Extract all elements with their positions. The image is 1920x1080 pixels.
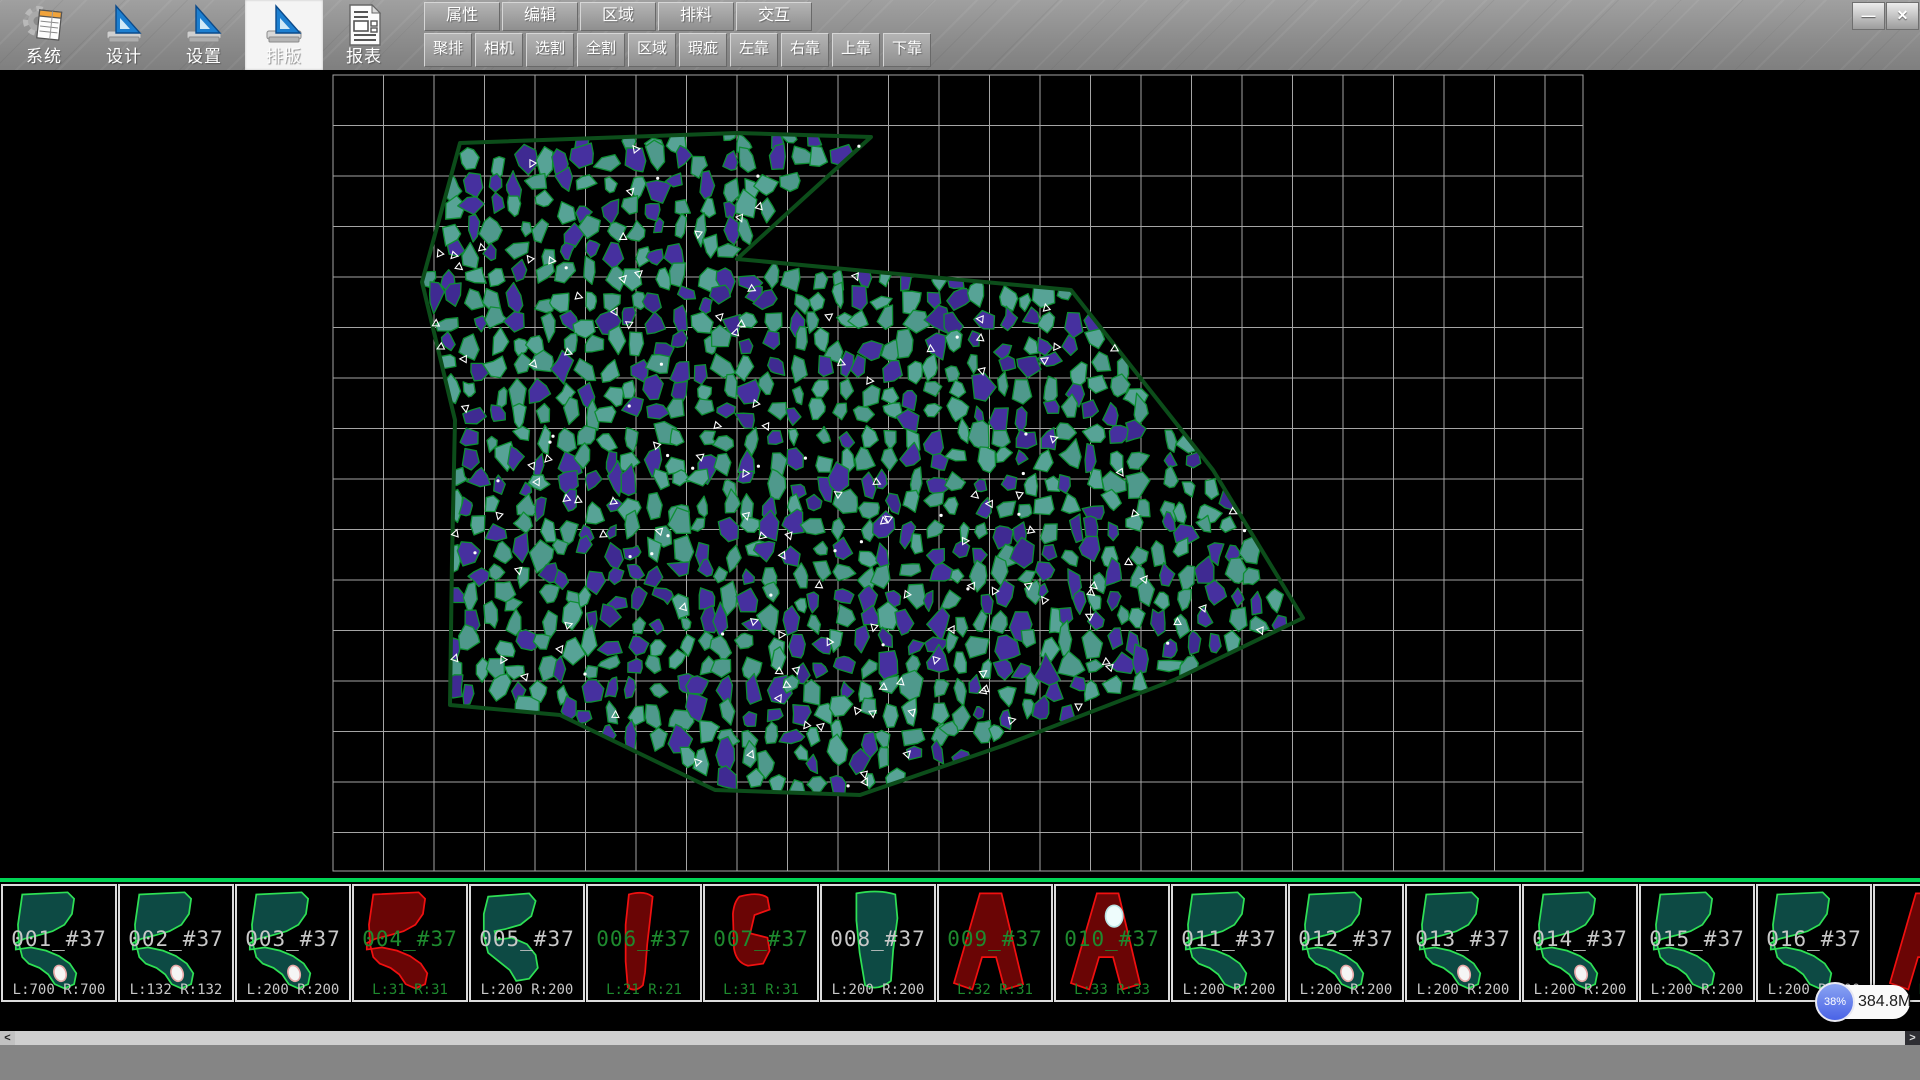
tool-button-3[interactable]: 全割 (577, 33, 625, 67)
part-thumbnail-2[interactable]: 002_#37 L:132 R:132 (118, 884, 234, 1002)
scroll-left-icon[interactable]: < (0, 1031, 15, 1045)
part-thumbnail-11[interactable]: 011_#37 L:200 R:200 (1171, 884, 1287, 1002)
part-lr-count: L:200 R:200 (1641, 982, 1753, 998)
menu-row-2: 聚排相机选割全割区域瑕疵左靠右靠上靠下靠 (424, 33, 931, 67)
parts-cells: 001_#37L:700 R:700002_#37L:132 R:132003_… (1, 884, 1920, 1004)
part-id: 009_#37 (939, 927, 1051, 951)
tool-button-7[interactable]: 右靠 (781, 33, 829, 67)
part-thumbnail-6[interactable]: 006_#37 L:21 R:21 (586, 884, 702, 1002)
part-lr-count: L:32 R:31 (939, 982, 1051, 998)
part-id: 006_#37 (588, 927, 700, 951)
tool-button-4[interactable]: 区域 (628, 33, 676, 67)
part-lr-count: L:200 R:200 (1407, 982, 1519, 998)
big-button-design[interactable]: 设计 (85, 0, 163, 70)
big-button-label: 设计 (85, 42, 163, 67)
big-button-nesting[interactable]: 排版 (245, 0, 323, 70)
menu-button-2[interactable]: 区域 (580, 2, 656, 31)
big-button-settings[interactable]: 设置 (165, 0, 243, 70)
part-lr-count: L:200 R:200 (1173, 982, 1285, 998)
strip-separator-line (0, 878, 1920, 882)
part-thumbnail-14[interactable]: 014_#37 L:200 R:200 (1522, 884, 1638, 1002)
part-id: 010_#37 (1056, 927, 1168, 951)
part-lr-count: L:200 R:200 (471, 982, 583, 998)
tool-button-2[interactable]: 选割 (526, 33, 574, 67)
nesting-canvas[interactable] (0, 70, 1920, 878)
progress-circle: 38% (1815, 982, 1855, 1022)
part-thumbnail-8[interactable]: 008_#37 L:200 R:200 (820, 884, 936, 1002)
part-lr-count: L:33 R:33 (1056, 982, 1168, 998)
horizontal-scrollbar[interactable]: < > (0, 1031, 1920, 1045)
toolbar: 系统 设计 设置 (0, 0, 1920, 70)
part-id: 001_#37 (3, 927, 115, 951)
tool-button-1[interactable]: 相机 (475, 33, 523, 67)
part-id: 015_#37 (1641, 927, 1753, 951)
part-lr-count: L:31 R:31 (354, 982, 466, 998)
big-button-label: 报表 (325, 42, 403, 67)
part-id: 004_#37 (354, 927, 466, 951)
part-thumbnail-3[interactable]: 003_#37 L:200 R:200 (235, 884, 351, 1002)
big-button-label: 排版 (245, 42, 323, 67)
status-bar (0, 1045, 1920, 1080)
part-id: 003_#37 (237, 927, 349, 951)
part-id: 0 (1875, 927, 1920, 951)
part-thumbnail-5[interactable]: 005_#37 L:200 R:200 (469, 884, 585, 1002)
memory-badge: 38% 384.8M (1816, 985, 1910, 1019)
part-id: 005_#37 (471, 927, 583, 951)
memory-value: 384.8M (1858, 985, 1911, 1019)
part-thumbnail-13[interactable]: 013_#37 L:200 R:200 (1405, 884, 1521, 1002)
menu-button-4[interactable]: 交互 (736, 2, 812, 31)
tool-button-0[interactable]: 聚排 (424, 33, 472, 67)
tool-button-6[interactable]: 左靠 (730, 33, 778, 67)
part-thumbnail-10[interactable]: 010_#37 L:33 R:33 (1054, 884, 1170, 1002)
menu-button-1[interactable]: 编辑 (502, 2, 578, 31)
menu-row-1: 属性编辑区域排料交互 (424, 2, 812, 31)
parts-strip: 001_#37L:700 R:700002_#37L:132 R:132003_… (0, 878, 1920, 1008)
part-id: 016_#37 (1758, 927, 1870, 951)
part-lr-count: L:700 R:700 (3, 982, 115, 998)
scroll-right-icon[interactable]: > (1905, 1031, 1920, 1045)
menu-button-3[interactable]: 排料 (658, 2, 734, 31)
tool-button-5[interactable]: 瑕疵 (679, 33, 727, 67)
part-lr-count: L:132 R:132 (120, 982, 232, 998)
part-lr-count: L:200 R:200 (822, 982, 934, 998)
part-thumbnail-7[interactable]: 007_#37 L:31 R:31 (703, 884, 819, 1002)
tool-button-8[interactable]: 上靠 (832, 33, 880, 67)
part-id: 014_#37 (1524, 927, 1636, 951)
part-lr-count: L:200 R:200 (237, 982, 349, 998)
minimize-button[interactable]: — (1852, 2, 1885, 30)
menu-button-0[interactable]: 属性 (424, 2, 500, 31)
part-id: 007_#37 (705, 927, 817, 951)
big-button-label: 设置 (165, 42, 243, 67)
part-id: 011_#37 (1173, 927, 1285, 951)
part-id: 002_#37 (120, 927, 232, 951)
part-lr-count: L:31 R:31 (705, 982, 817, 998)
part-thumbnail-15[interactable]: 015_#37 L:200 R:200 (1639, 884, 1755, 1002)
part-id: 012_#37 (1290, 927, 1402, 951)
close-button[interactable]: ✕ (1886, 2, 1919, 30)
part-lr-count: L:21 R:21 (588, 982, 700, 998)
part-id: 013_#37 (1407, 927, 1519, 951)
part-id: 008_#37 (822, 927, 934, 951)
part-thumbnail-9[interactable]: 009_#37 L:32 R:31 (937, 884, 1053, 1002)
big-button-label: 系统 (5, 42, 83, 67)
big-button-report[interactable]: 报表 (325, 0, 403, 70)
part-thumbnail-4[interactable]: 004_#37 L:31 R:31 (352, 884, 468, 1002)
part-lr-count: L:200 R:200 (1290, 982, 1402, 998)
big-button-system[interactable]: 系统 (5, 0, 83, 70)
part-thumbnail-12[interactable]: 012_#37 L:200 R:200 (1288, 884, 1404, 1002)
part-thumbnail-1[interactable]: 001_#37 L:700 R:700 (1, 884, 117, 1002)
tool-button-9[interactable]: 下靠 (883, 33, 931, 67)
part-lr-count: L:200 R:200 (1524, 982, 1636, 998)
